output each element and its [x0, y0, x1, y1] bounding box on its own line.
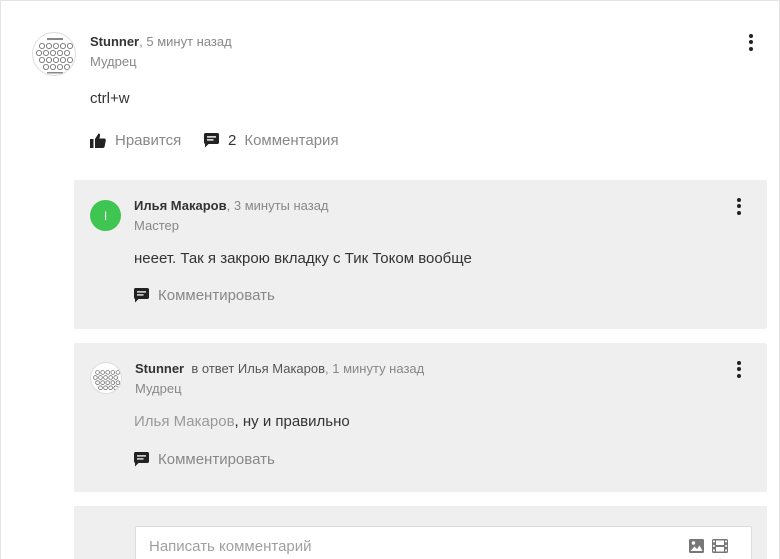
- thumbs-up-icon: [90, 133, 106, 148]
- comment-text: Илья Макаров, ну и правильно: [134, 413, 350, 430]
- like-button[interactable]: Нравится: [90, 132, 181, 149]
- comment-meta: Илья Макаров, 3 минуты назад: [134, 198, 329, 213]
- speech-bubble-icon: [134, 288, 149, 303]
- comment-text: нееет. Так я закрою вкладку с Тик Током …: [134, 250, 472, 267]
- speech-bubble-icon: [204, 133, 219, 148]
- kebab-menu-icon[interactable]: [743, 32, 759, 52]
- author-name[interactable]: Илья Макаров: [134, 198, 227, 213]
- reply-to[interactable]: в ответ Илья Макаров: [191, 361, 325, 376]
- author-name[interactable]: Stunner: [135, 361, 184, 376]
- film-icon[interactable]: [712, 539, 728, 558]
- like-label: Нравится: [115, 132, 182, 149]
- speech-bubble-icon: [134, 452, 149, 467]
- comments-count-button[interactable]: 2 Комментария: [204, 132, 339, 149]
- comment-text: ctrl+w: [90, 90, 130, 107]
- author-rank: Мастер: [134, 218, 179, 233]
- timestamp: , 3 минуты назад: [226, 198, 329, 213]
- comment-thread: Stunner, 5 минут назад Мудрец ctrl+w Нра…: [0, 0, 780, 559]
- comment-button[interactable]: Комментировать: [134, 287, 275, 304]
- avatar-letter: I: [103, 208, 108, 223]
- kebab-menu-icon[interactable]: [731, 359, 747, 379]
- author-rank: Мудрец: [135, 381, 182, 396]
- avatar[interactable]: [32, 32, 76, 76]
- comment-label: Комментировать: [158, 287, 275, 304]
- avatar[interactable]: [90, 362, 122, 394]
- comment-meta: Stunner, 5 минут назад: [90, 34, 232, 49]
- avatar[interactable]: I: [90, 200, 121, 231]
- comment-input[interactable]: [135, 526, 752, 559]
- timestamp: , 5 минут назад: [139, 34, 232, 49]
- author-rank: Мудрец: [90, 54, 137, 69]
- kebab-menu-icon[interactable]: [731, 196, 747, 216]
- timestamp: , 1 минуту назад: [325, 361, 425, 376]
- comments-label: Комментария: [244, 132, 339, 149]
- comment-text-rest: , ну и правильно: [234, 413, 350, 430]
- avatar-pattern-icon: [36, 38, 74, 74]
- image-icon[interactable]: [689, 539, 704, 558]
- mention-link[interactable]: Илья Макаров: [134, 413, 235, 430]
- comment-meta: Stunner в ответ Илья Макаров, 1 минуту н…: [135, 361, 424, 376]
- comment-button[interactable]: Комментировать: [134, 451, 275, 468]
- comments-count: 2: [228, 132, 237, 149]
- comment-label: Комментировать: [158, 451, 275, 468]
- author-name[interactable]: Stunner: [90, 34, 139, 49]
